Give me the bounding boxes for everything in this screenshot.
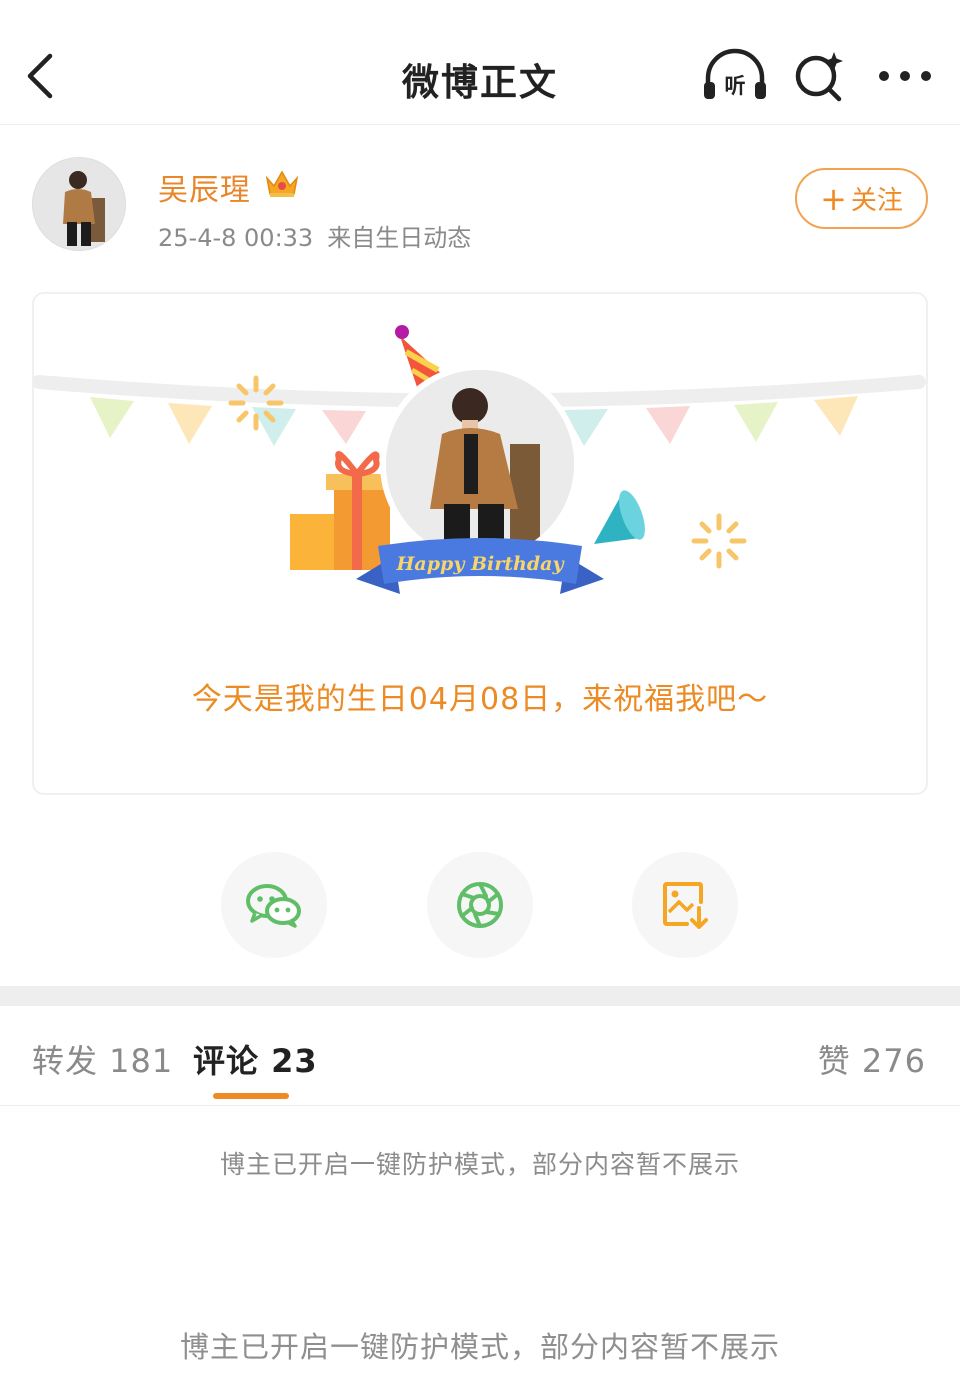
author-name[interactable]: 吴辰瑆 (158, 165, 251, 209)
follow-plus-icon: + (820, 179, 847, 218)
follow-button[interactable]: + 关注 (795, 168, 928, 229)
tab-repost[interactable]: 转发 181 (32, 1036, 173, 1082)
party-horn-icon (594, 490, 645, 544)
ai-search-button[interactable] (792, 48, 848, 104)
ai-search-icon (795, 52, 843, 102)
wechat-icon (246, 884, 301, 928)
sparkle-right (691, 513, 747, 569)
crown-badge-icon (265, 170, 299, 197)
avatar-photo (33, 158, 125, 250)
save-image-button[interactable] (632, 852, 738, 958)
protection-notice: 博主已开启一键防护模式，部分内容暂不展示 (219, 1150, 740, 1179)
tabs-divider (0, 1105, 960, 1106)
post-meta: 25-4-8 00:33 来自生日动态 (158, 218, 471, 253)
listen-button[interactable]: 听 (700, 48, 770, 104)
post-time: 25-4-8 00:33 (158, 224, 314, 252)
banner-text: Happy Birthday (395, 553, 565, 575)
save-image-icon (663, 882, 708, 929)
tab-comments[interactable]: 评论 23 (193, 1036, 318, 1082)
share-moments-button[interactable] (427, 852, 533, 958)
happy-birthday-banner: Happy Birthday (356, 538, 604, 594)
sparkle-left (228, 375, 284, 431)
tab-likes[interactable]: 赞 276 (818, 1036, 926, 1082)
share-wechat-button[interactable] (221, 852, 327, 958)
moments-icon (457, 882, 503, 928)
more-icon (879, 71, 931, 81)
birthday-message: 今天是我的生日04月08日，来祝福我吧～ (191, 682, 769, 717)
protection-notice-overlay: 博主已开启一键防护模式，部分内容暂不展示 (179, 1330, 780, 1364)
listen-label: 听 (725, 74, 746, 98)
more-button[interactable] (876, 48, 934, 104)
birthday-illustration: Happy Birthday (34, 325, 926, 594)
author-avatar[interactable] (32, 157, 126, 251)
post-source: 来自生日动态 (327, 224, 472, 252)
follow-label: 关注 (850, 186, 903, 216)
section-divider (0, 986, 960, 1006)
birthday-photo (386, 370, 574, 558)
top-nav-bar: 微博正文 听 (0, 0, 960, 125)
birthday-card[interactable]: Happy Birthday 今天是我的生日04月08日，来祝福我吧～ (32, 292, 928, 795)
listen-headphone-icon: 听 (704, 48, 766, 99)
active-tab-indicator (213, 1093, 289, 1099)
